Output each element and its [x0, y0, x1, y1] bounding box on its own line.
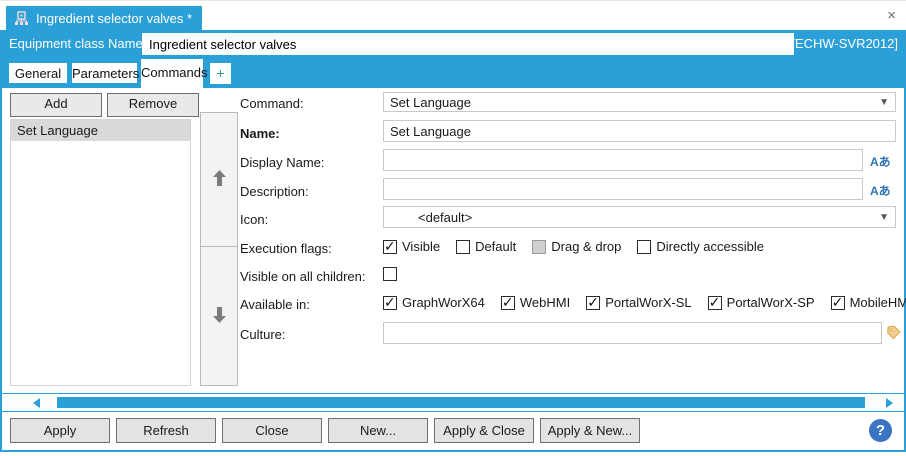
tab-parameters[interactable]: Parameters — [71, 62, 139, 84]
commands-list[interactable]: Set Language — [10, 119, 191, 386]
display-name-input[interactable] — [383, 149, 863, 171]
document-tab-close-icon[interactable]: ✕ — [201, 10, 213, 27]
move-down-button[interactable] — [200, 246, 238, 386]
move-up-button[interactable] — [200, 112, 238, 247]
equipment-class-icon — [14, 11, 29, 26]
checkbox-icon[interactable] — [637, 239, 652, 254]
checkbox-icon[interactable] — [532, 239, 547, 254]
remove-button[interactable]: Remove — [107, 93, 199, 117]
equipment-name-label: Equipment class Name: — [9, 36, 147, 51]
add-button[interactable]: Add — [10, 93, 102, 117]
document-tab-title: Ingredient selector valves * — [36, 11, 193, 26]
available-in-group: GraphWorX64 WebHMI PortalWorX-SL PortalW… — [383, 294, 906, 311]
tab-strip: General Parameters Commands + — [0, 57, 906, 88]
reorder-strip — [200, 112, 238, 386]
checkbox-icon[interactable] — [830, 294, 845, 311]
description-input[interactable] — [383, 178, 863, 200]
name-input[interactable]: Set Language — [383, 120, 896, 142]
checkbox-default[interactable]: Default — [456, 239, 516, 254]
equipment-class-editor-window: Ingredient selector valves * ✕ × Equipme… — [0, 0, 906, 452]
icon-dropdown-value: <default> — [418, 209, 473, 225]
arrow-up-icon — [212, 170, 226, 189]
checkbox-icon[interactable] — [456, 239, 471, 254]
footer-bar: Apply Refresh Close New... Apply & Close… — [2, 412, 904, 450]
culture-label: Culture: — [240, 327, 286, 342]
arrow-down-icon — [212, 306, 226, 326]
display-name-label: Display Name: — [240, 155, 325, 170]
icon-dropdown[interactable]: <default> ▼ — [383, 206, 896, 228]
tab-general[interactable]: General — [8, 62, 68, 84]
description-label: Description: — [240, 184, 309, 199]
localize-icon[interactable]: Aあ — [870, 153, 891, 170]
localize-icon[interactable]: Aあ — [870, 182, 891, 199]
apply-new-button[interactable]: Apply & New... — [540, 418, 640, 443]
culture-input[interactable] — [383, 322, 882, 344]
checkbox-visible[interactable]: Visible — [383, 238, 440, 255]
command-dropdown-value: Set Language — [390, 94, 471, 110]
name-label: Name: — [240, 126, 280, 141]
server-badge: [TECHW-SVR2012] — [783, 36, 898, 51]
checkbox-visible-on-all-children[interactable] — [383, 267, 397, 281]
document-tab[interactable]: Ingredient selector valves * ✕ — [6, 6, 213, 31]
checkbox-directly-accessible[interactable]: Directly accessible — [637, 239, 764, 254]
checkbox-portalworx-sp[interactable]: PortalWorX-SP — [707, 294, 815, 311]
close-button[interactable]: Close — [222, 418, 322, 443]
list-item[interactable]: Set Language — [11, 120, 190, 141]
checkbox-icon[interactable] — [707, 294, 722, 311]
command-label: Command: — [240, 96, 304, 111]
name-input-value: Set Language — [390, 123, 471, 139]
commands-tab-content: Add Remove Set Language Command: Name: D… — [0, 88, 906, 452]
scroll-right-icon[interactable] — [886, 398, 893, 408]
command-dropdown[interactable]: Set Language ▼ — [383, 92, 896, 112]
icon-label: Icon: — [240, 212, 269, 227]
execution-flags-group: Visible Default Drag & drop Directly acc… — [383, 238, 764, 255]
refresh-button[interactable]: Refresh — [116, 418, 216, 443]
document-tab-strip: Ingredient selector valves * ✕ × — [0, 0, 906, 31]
equipment-name-input[interactable] — [142, 33, 794, 55]
visible-children-group — [383, 267, 397, 281]
equipment-name-bar: Equipment class Name: [TECHW-SVR2012] — [0, 30, 906, 57]
window-close-icon[interactable]: × — [887, 8, 896, 23]
checkbox-drag-drop[interactable]: Drag & drop — [532, 239, 621, 254]
help-icon[interactable]: ? — [869, 419, 892, 442]
horizontal-scrollbar[interactable] — [2, 393, 904, 412]
scrollbar-thumb[interactable] — [57, 397, 865, 408]
scroll-left-icon[interactable] — [33, 398, 40, 408]
apply-close-button[interactable]: Apply & Close — [434, 418, 534, 443]
checkbox-webhmi[interactable]: WebHMI — [500, 294, 570, 311]
execution-flags-label: Execution flags: — [240, 241, 332, 256]
checkbox-graphworx64[interactable]: GraphWorX64 — [383, 294, 485, 311]
tab-add-new[interactable]: + — [210, 63, 231, 84]
apply-button[interactable]: Apply — [10, 418, 110, 443]
checkbox-mobilehmi[interactable]: MobileHMI — [830, 294, 906, 311]
checkbox-icon[interactable] — [586, 294, 601, 311]
checkbox-icon[interactable] — [383, 294, 397, 311]
tag-icon[interactable] — [886, 325, 901, 343]
checkbox-icon[interactable] — [500, 294, 515, 311]
checkbox-icon[interactable] — [383, 267, 397, 281]
visible-children-label: Visible on all children: — [240, 269, 366, 284]
checkbox-icon[interactable] — [383, 238, 397, 255]
available-in-label: Available in: — [240, 297, 310, 312]
chevron-down-icon: ▼ — [879, 96, 889, 108]
new-button[interactable]: New... — [328, 418, 428, 443]
checkbox-portalworx-sl[interactable]: PortalWorX-SL — [586, 294, 692, 311]
tab-commands[interactable]: Commands — [141, 59, 207, 88]
chevron-down-icon: ▼ — [879, 211, 889, 223]
